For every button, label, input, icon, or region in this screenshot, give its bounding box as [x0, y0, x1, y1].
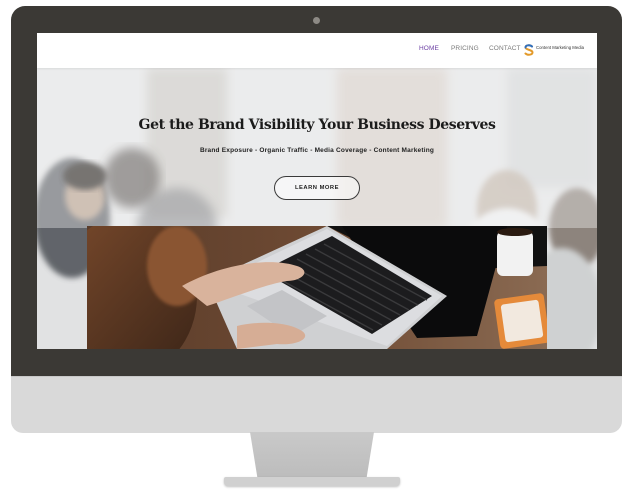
- site-logo[interactable]: Content Marketing Media: [523, 43, 585, 59]
- nav-contact[interactable]: CONTACT: [489, 45, 521, 52]
- top-navbar: HOME PRICING CONTACT Content Marketing M…: [37, 33, 597, 68]
- monitor-chin: [11, 376, 622, 433]
- learn-more-button[interactable]: LEARN MORE: [274, 176, 360, 200]
- hero-laptop-photo: [87, 226, 547, 349]
- nav-pricing[interactable]: PRICING: [451, 45, 479, 52]
- s-logo-icon: [524, 44, 534, 56]
- hero-title: Get the Brand Visibility Your Business D…: [138, 117, 496, 133]
- logo-text: Content Marketing Media: [536, 45, 585, 50]
- laptop-photo-art: [87, 226, 547, 349]
- website-screen: HOME PRICING CONTACT Content Marketing M…: [37, 33, 597, 349]
- hero-subtitle: Brand Exposure - Organic Traffic - Media…: [199, 147, 435, 154]
- camera-dot: [313, 17, 320, 24]
- monitor-stand-neck: [250, 432, 374, 478]
- nav-home[interactable]: HOME: [419, 45, 439, 52]
- monitor-stand-foot: [224, 477, 400, 486]
